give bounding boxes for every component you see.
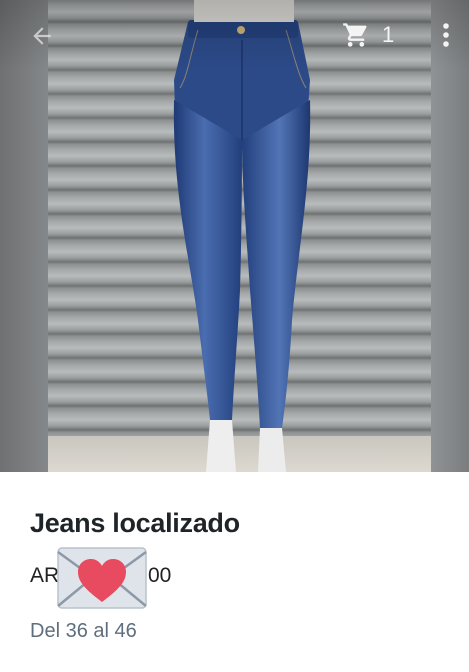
arrow-left-icon <box>33 27 51 45</box>
background-wall-left <box>0 0 48 472</box>
love-letter-emoji-icon <box>57 547 147 609</box>
jeans-on-mannequin <box>173 0 311 472</box>
price-text-start: AR <box>30 564 60 587</box>
cart-count-badge: 1 <box>382 22 395 47</box>
background-wall-right <box>431 0 469 472</box>
top-app-bar: 1 <box>0 0 469 70</box>
product-detail-screen: 1 Jeans localizado AR 00 Del 36 al 46 <box>0 0 469 672</box>
more-vertical-icon <box>443 23 449 47</box>
more-options-button[interactable] <box>432 18 460 52</box>
product-image[interactable]: 1 <box>0 0 469 472</box>
price-text-end: 00 <box>148 564 172 587</box>
back-button[interactable] <box>26 20 58 52</box>
product-info-panel: Jeans localizado AR 00 Del 36 al 46 <box>0 472 469 672</box>
shopping-cart-icon <box>343 23 367 47</box>
size-range-text: Del 36 al 46 <box>30 620 137 642</box>
cart-button[interactable]: 1 <box>342 18 394 52</box>
product-title: Jeans localizado <box>30 508 240 538</box>
